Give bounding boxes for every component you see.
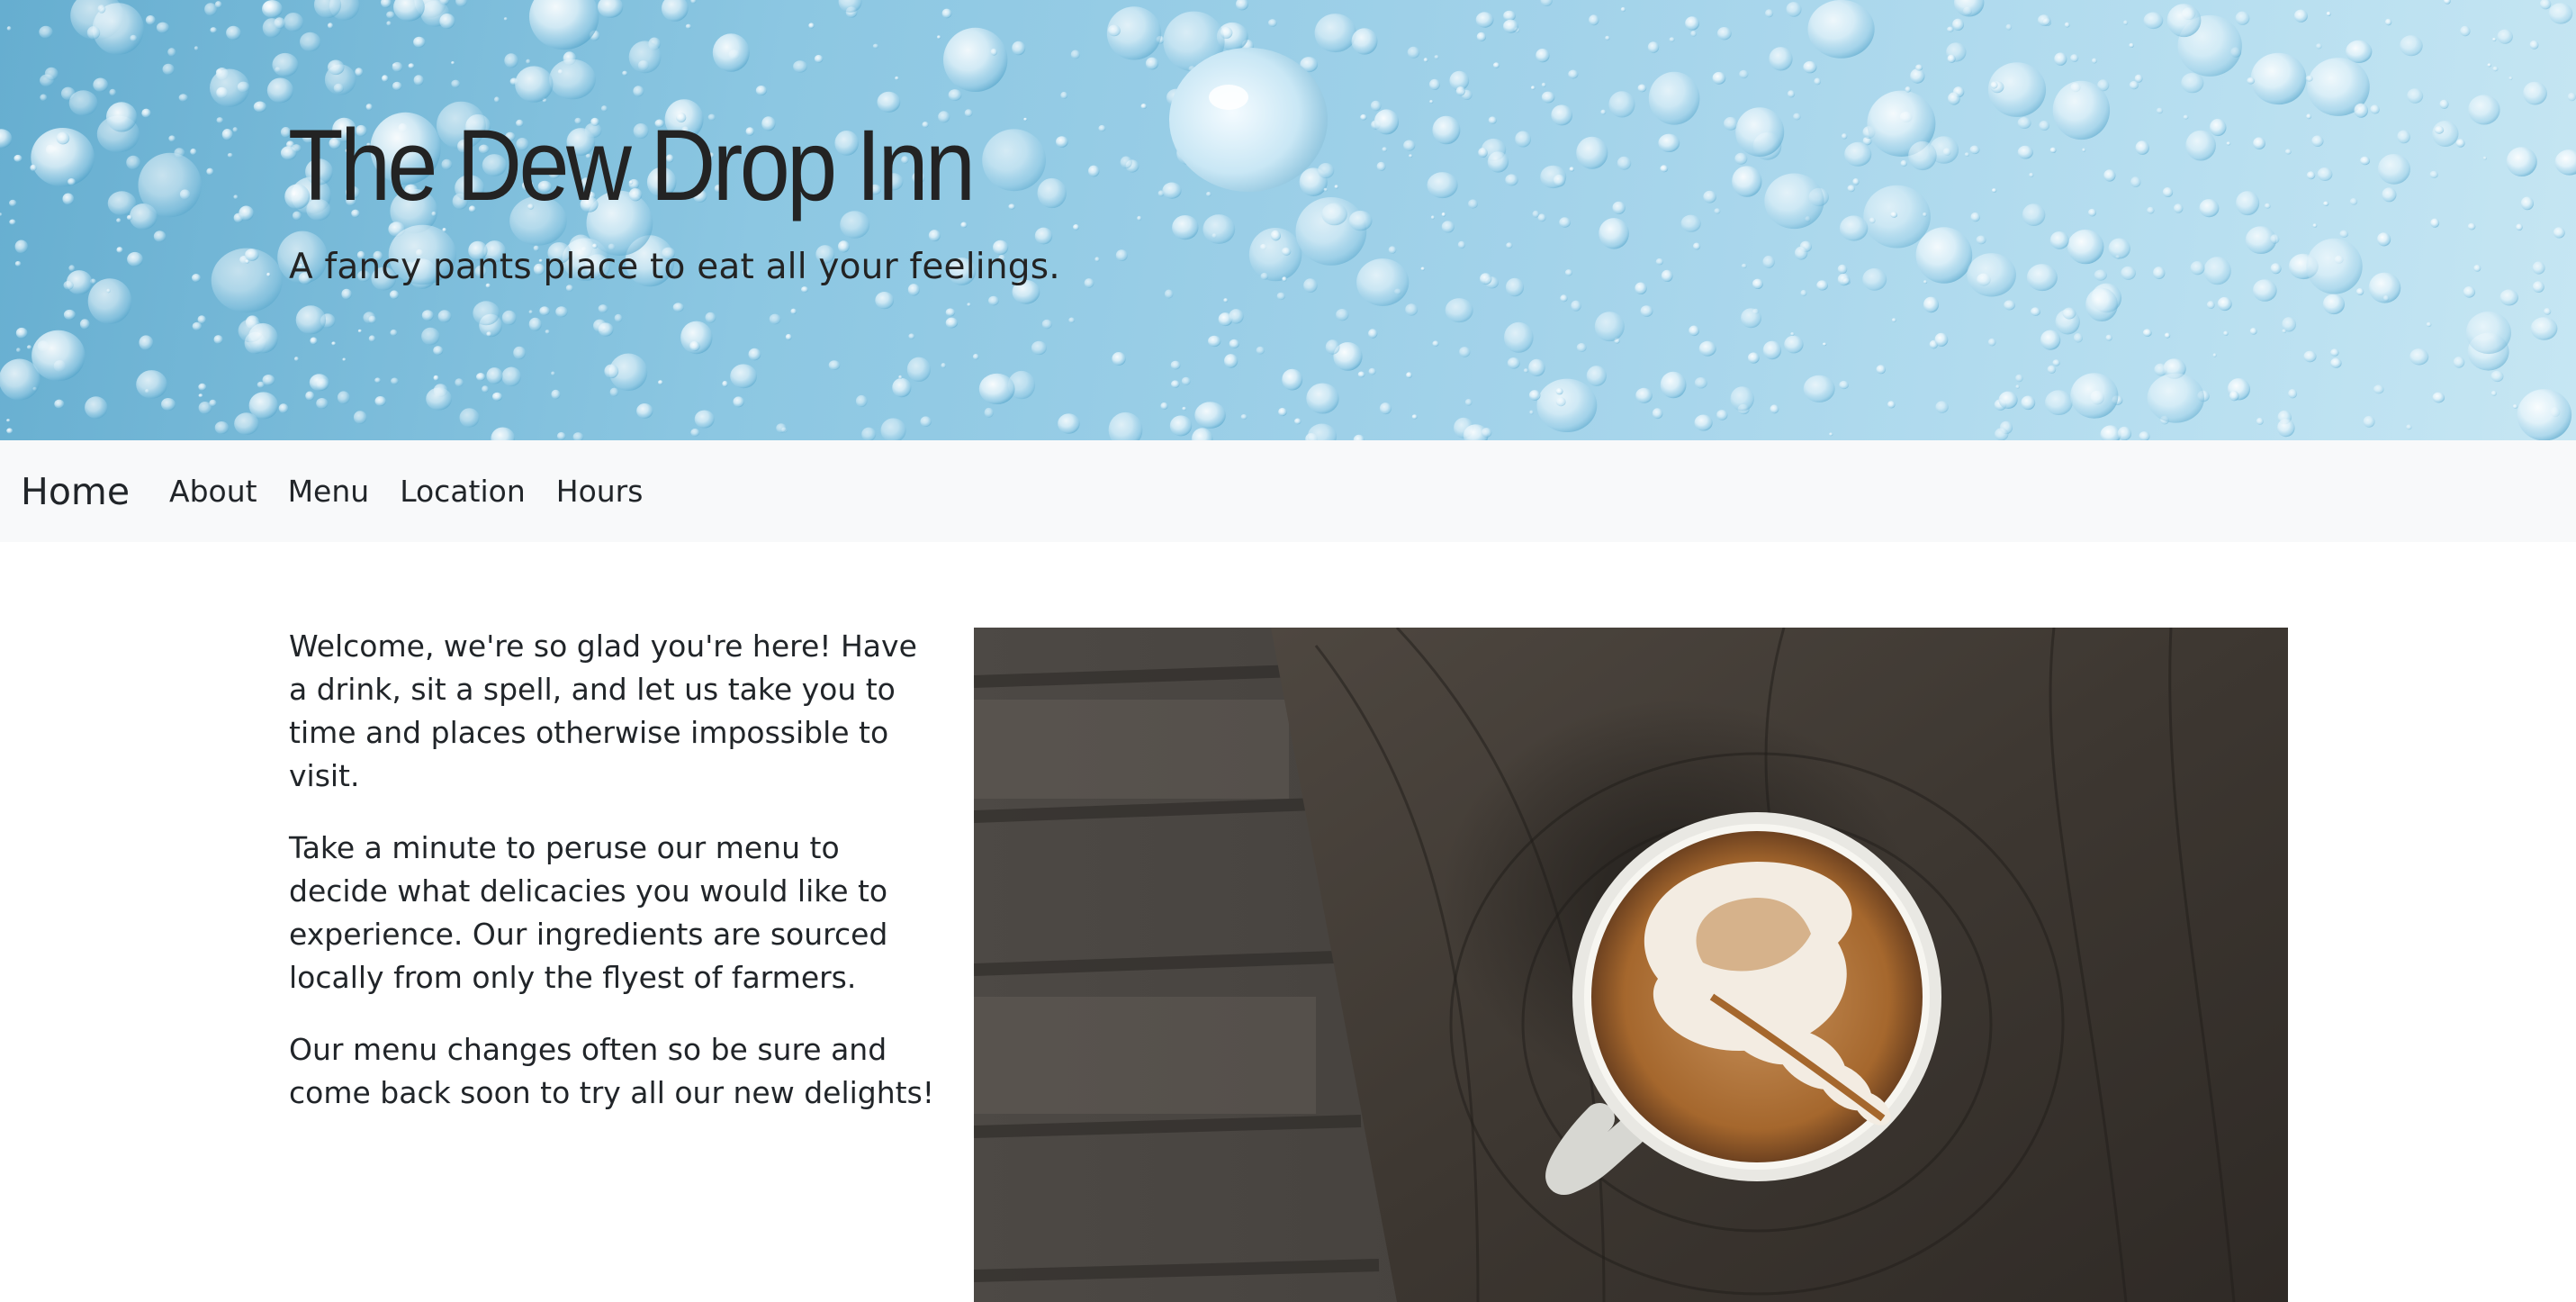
nav-link-location[interactable]: Location (400, 474, 526, 509)
latte-on-wooden-table-image (974, 628, 2288, 1302)
nav-link-about[interactable]: About (169, 474, 257, 509)
hero-banner: The Dew Drop Inn A fancy pants place to … (0, 0, 2576, 440)
main-navbar: Home About Menu Location Hours (0, 440, 2576, 542)
site-tagline: A fancy pants place to eat all your feel… (289, 247, 1060, 287)
welcome-paragraph: Welcome, we're so glad you're here! Have… (289, 628, 917, 793)
return-paragraph: Our menu changes often so be sure and co… (289, 1032, 935, 1110)
nav-link-hours[interactable]: Hours (556, 474, 644, 509)
nav-links: About Menu Location Hours (169, 440, 673, 542)
nav-home-link[interactable]: Home (21, 440, 130, 542)
site-title: The Dew Drop Inn (288, 109, 976, 222)
menu-paragraph: Take a minute to peruse our menu to deci… (289, 830, 888, 995)
nav-link-menu[interactable]: Menu (288, 474, 370, 509)
intro-text: Welcome, we're so glad you're here! Have… (289, 625, 937, 1144)
